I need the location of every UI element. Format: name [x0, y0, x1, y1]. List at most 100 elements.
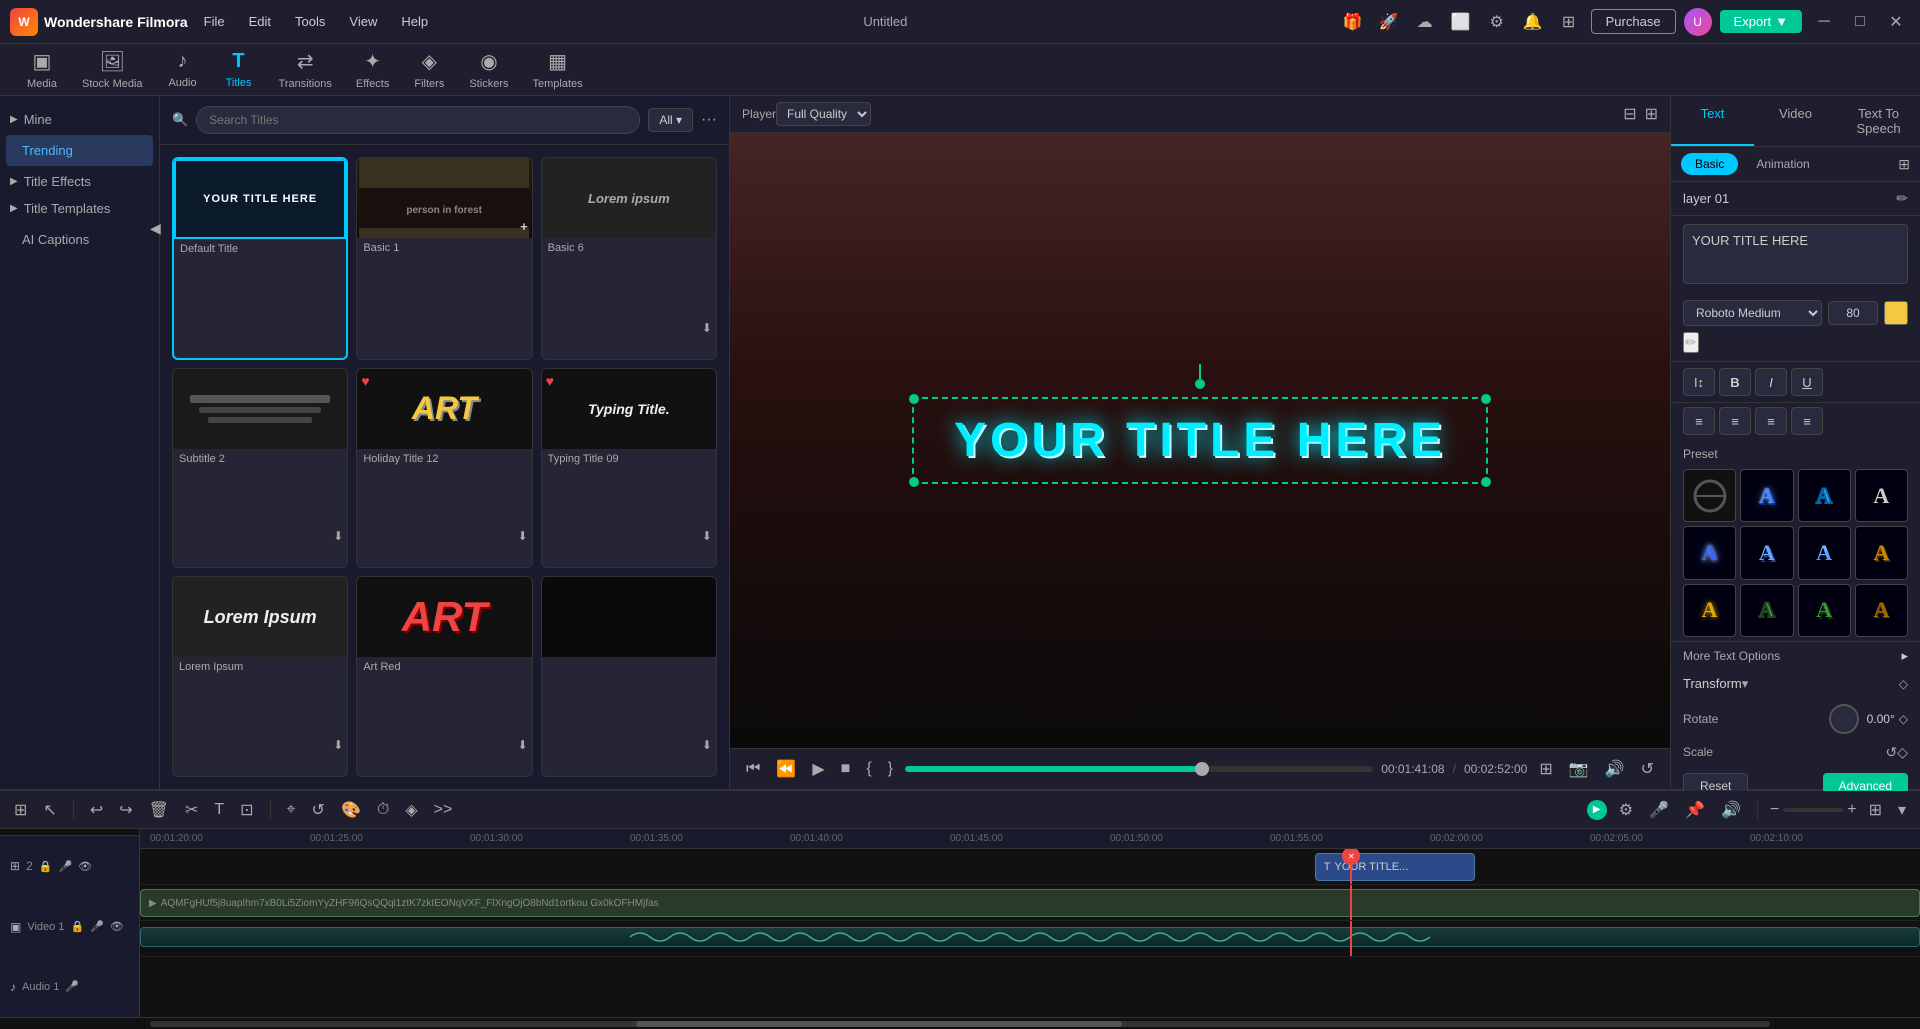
grid-item-holiday12[interactable]: ♥ ART ⬇ Holiday Title 12: [356, 368, 532, 569]
handle-tl[interactable]: [909, 394, 919, 404]
preset-5[interactable]: A: [1683, 526, 1736, 579]
progress-handle[interactable]: [1195, 762, 1209, 776]
grid-icon[interactable]: ⊞: [1555, 8, 1583, 36]
preset-3[interactable]: A: [1798, 469, 1851, 522]
preset-8[interactable]: A: [1855, 526, 1908, 579]
preset-10[interactable]: A: [1740, 584, 1793, 637]
search-input[interactable]: [196, 106, 640, 134]
tl-audio-button[interactable]: 🔊: [1717, 798, 1745, 822]
font-size-input[interactable]: [1828, 301, 1878, 325]
tool-media[interactable]: ▣ Media: [16, 43, 68, 96]
align-center-button[interactable]: ≡: [1719, 407, 1751, 435]
handle-br[interactable]: [1481, 477, 1491, 487]
more-options-button[interactable]: ···: [701, 111, 717, 129]
underline-button[interactable]: U: [1791, 368, 1823, 396]
horizontal-scrollbar[interactable]: [0, 1017, 1920, 1029]
sidebar-item-trending[interactable]: Trending: [6, 135, 153, 166]
transform-keyframe-icon[interactable]: ◇: [1899, 677, 1908, 691]
tl-cut-button[interactable]: ✂: [181, 798, 202, 822]
grid-item-basic1[interactable]: person in forest + Basic 1: [356, 157, 532, 360]
preset-11[interactable]: A: [1798, 584, 1851, 637]
tl-speed-button[interactable]: ⏱: [373, 799, 393, 821]
preset-7[interactable]: A: [1798, 526, 1851, 579]
sidebar-item-title-effects[interactable]: ▶ Title Effects: [0, 168, 159, 195]
zoom-out-button[interactable]: −: [1770, 801, 1779, 819]
grid-item-typing09[interactable]: ♥ Typing Title. ⬇ Typing Title 09: [541, 368, 717, 569]
scale-reset-icon[interactable]: ↺: [1885, 744, 1897, 761]
purchase-button[interactable]: Purchase: [1591, 9, 1676, 34]
handle-tr[interactable]: [1481, 394, 1491, 404]
step-back-button[interactable]: ⏪: [772, 757, 800, 781]
tl-text-button[interactable]: T: [210, 799, 228, 821]
sidebar-item-ai-captions[interactable]: AI Captions: [6, 224, 153, 255]
play-button[interactable]: ▶: [808, 757, 828, 781]
menu-view[interactable]: View: [345, 12, 381, 31]
fullscreen-icon[interactable]: ⊞: [1645, 104, 1658, 124]
rotate-dial[interactable]: [1829, 704, 1859, 734]
text-content-area[interactable]: YOUR TITLE HERE: [1683, 224, 1908, 284]
rotate-keyframe-icon[interactable]: ◇: [1899, 712, 1908, 726]
handle-bl[interactable]: [909, 477, 919, 487]
track2-lock-icon[interactable]: 🔒: [39, 860, 53, 873]
tool-effects[interactable]: ✦ Effects: [346, 43, 399, 96]
stop-button[interactable]: ■: [837, 758, 855, 780]
sub-tab-animation[interactable]: Animation: [1742, 153, 1823, 175]
cloud-icon[interactable]: ☁: [1411, 8, 1439, 36]
rocket-icon[interactable]: 🚀: [1375, 8, 1403, 36]
transform-button[interactable]: ↺: [1637, 757, 1658, 781]
preset-12[interactable]: A: [1855, 584, 1908, 637]
preview-main-title[interactable]: YOUR TITLE HERE: [954, 413, 1446, 468]
tl-undo-button[interactable]: ↩: [86, 798, 107, 822]
tl-crop-button[interactable]: ⊡: [236, 798, 257, 822]
preset-4[interactable]: A: [1855, 469, 1908, 522]
tool-filters[interactable]: ◈ Filters: [403, 43, 455, 96]
tab-text[interactable]: Text: [1671, 96, 1754, 146]
avatar[interactable]: U: [1684, 8, 1712, 36]
layer-edit-icon[interactable]: ✏: [1896, 190, 1908, 207]
tl-settings-button[interactable]: ⚙: [1615, 798, 1637, 822]
tab-tts[interactable]: Text To Speech: [1837, 96, 1920, 146]
menu-file[interactable]: File: [200, 12, 229, 31]
tab-video[interactable]: Video: [1754, 96, 1837, 146]
preset-6[interactable]: A: [1740, 526, 1793, 579]
video1-icon[interactable]: ▣: [10, 920, 21, 934]
video1-eye-icon[interactable]: 👁: [110, 920, 124, 933]
color-edit-icon[interactable]: ✏: [1683, 332, 1699, 353]
align-right-button[interactable]: ≡: [1755, 407, 1787, 435]
sub-tab-basic[interactable]: Basic: [1681, 153, 1738, 175]
tool-titles[interactable]: T Titles: [213, 44, 265, 95]
tl-delete-button[interactable]: 🗑: [145, 798, 173, 822]
tl-more-button[interactable]: >>: [430, 799, 457, 821]
progress-bar[interactable]: [905, 766, 1373, 772]
sidebar-item-mine[interactable]: ▶ Mine: [0, 106, 159, 133]
video-clip[interactable]: ▶ AQMFgHUf5j8uapIhm7xB0Li5ZiomYyZHF96QsQ…: [140, 889, 1920, 917]
gift-icon[interactable]: 🎁: [1339, 8, 1367, 36]
scale-keyframe-icon[interactable]: ◇: [1897, 744, 1908, 761]
track2-eye-icon[interactable]: 👁: [78, 860, 92, 873]
font-selector[interactable]: Roboto Medium: [1683, 300, 1822, 326]
export-button[interactable]: Export ▼: [1720, 10, 1802, 33]
tool-transitions[interactable]: ⇄ Transitions: [269, 43, 342, 96]
zoom-slider[interactable]: [1783, 808, 1843, 812]
volume-button[interactable]: 🔊: [1601, 757, 1629, 781]
monitor-icon[interactable]: ⬜: [1447, 8, 1475, 36]
grid-item-default-title[interactable]: YOUR TITLE HERE Default Title: [172, 157, 348, 360]
video1-mic-icon[interactable]: 🎤: [90, 920, 104, 933]
preset-2[interactable]: A: [1740, 469, 1793, 522]
tool-templates[interactable]: ▦ Templates: [522, 43, 592, 96]
marker-out-button[interactable]: }: [884, 758, 897, 780]
tl-undo2-button[interactable]: ↺: [308, 798, 329, 822]
menu-edit[interactable]: Edit: [245, 12, 275, 31]
tool-stock[interactable]: 🖼 Stock Media: [72, 43, 153, 96]
marker-in-button[interactable]: {: [862, 758, 875, 780]
track2-mic-icon[interactable]: 🎤: [58, 860, 72, 873]
sidebar-item-title-templates[interactable]: ▶ Title Templates: [0, 195, 159, 222]
tl-record-button[interactable]: 🎤: [1645, 798, 1673, 822]
video1-lock-icon[interactable]: 🔒: [70, 920, 84, 933]
close-icon[interactable]: ✕: [1882, 8, 1910, 36]
grid-item-untitled[interactable]: ⬇: [541, 576, 717, 777]
grid-item-basic6[interactable]: Lorem ipsum ⬇ Basic 6: [541, 157, 717, 360]
maximize-icon[interactable]: □: [1846, 8, 1874, 36]
screenshot-button[interactable]: 📷: [1565, 757, 1593, 781]
grid-item-subtitle2[interactable]: ⬇ Subtitle 2: [172, 368, 348, 569]
